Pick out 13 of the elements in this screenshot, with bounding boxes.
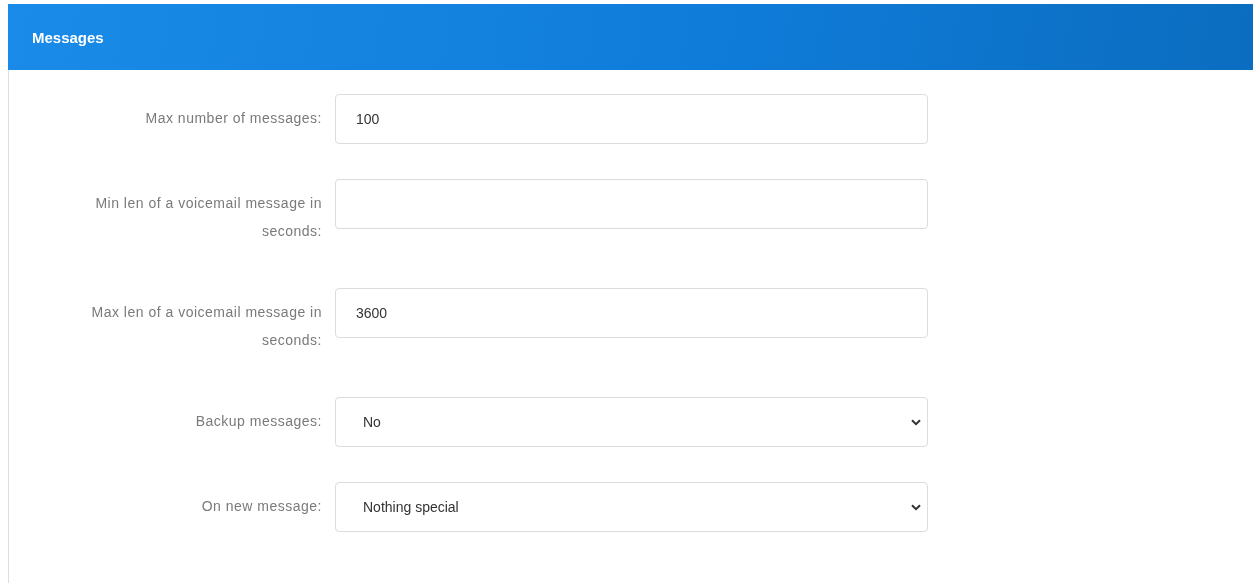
input-field[interactable]: 100	[335, 94, 928, 144]
field-label: Max number of messages:	[144, 109, 322, 128]
field-label: Min len of a voicemail message in seconds:	[94, 194, 322, 241]
chevron-down-icon	[911, 418, 921, 426]
field-label: Backup messages:	[194, 412, 322, 431]
chevron-down-icon	[911, 503, 921, 511]
select-field[interactable]: No	[335, 397, 928, 447]
field-label: On new message:	[200, 497, 322, 516]
input-field[interactable]: 3600	[335, 288, 928, 338]
input-field[interactable]	[335, 179, 928, 229]
panel-title: Messages	[32, 28, 104, 46]
select-field[interactable]: Nothing special	[335, 482, 928, 532]
field-label: Max len of a voicemail message in seconds:	[90, 303, 322, 350]
